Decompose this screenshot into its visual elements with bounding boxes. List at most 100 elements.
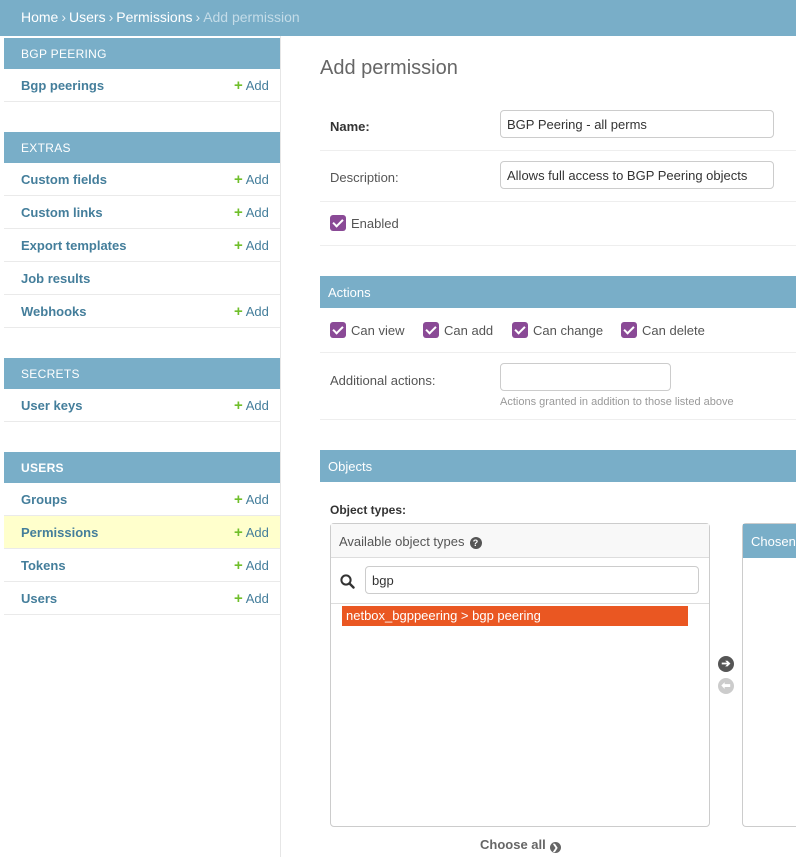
chevron-right-icon: ❯ xyxy=(549,842,561,853)
model-link[interactable]: Users xyxy=(21,591,57,606)
sidebar-item-webhooks: Webhooks + Add xyxy=(4,295,280,328)
add-link[interactable]: + Add xyxy=(234,237,269,254)
object-types-filter xyxy=(331,558,709,604)
sidebar-item-groups: Groups + Add xyxy=(4,483,280,516)
breadcrumb-permissions-link[interactable]: Permissions xyxy=(116,9,192,25)
add-link[interactable]: + Add xyxy=(234,590,269,607)
chosen-object-types-header: Chosen object types xyxy=(743,524,796,558)
model-link[interactable]: Export templates xyxy=(21,238,126,253)
actions-section-header: Actions xyxy=(320,276,796,308)
sidebar-item-custom-links: Custom links + Add xyxy=(4,196,280,229)
can-change-label: Can change xyxy=(533,323,604,338)
breadcrumb-home-link[interactable]: Home xyxy=(21,9,58,25)
add-label: Add xyxy=(245,172,269,187)
available-object-types-box: Available object types? netbox_bgppeerin… xyxy=(330,523,710,827)
description-label: Description: xyxy=(330,170,399,185)
name-label: Name: xyxy=(330,119,370,134)
additional-actions-input[interactable] xyxy=(500,363,671,391)
can-add-label: Can add xyxy=(444,323,494,338)
sidebar-item-tokens: Tokens + Add xyxy=(4,549,280,582)
choose-arrow-icon[interactable]: ➔ xyxy=(718,656,734,672)
sidebar-item-users: Users + Add xyxy=(4,582,280,615)
name-input[interactable] xyxy=(500,110,774,138)
sidebar-item-job-results: Job results xyxy=(4,262,280,295)
model-link[interactable]: Bgp peerings xyxy=(21,78,104,93)
module-title[interactable]: USERS xyxy=(4,452,280,483)
breadcrumb-users-link[interactable]: Users xyxy=(69,9,106,25)
additional-actions-help: Actions granted in addition to those lis… xyxy=(500,396,734,408)
add-link[interactable]: + Add xyxy=(234,303,269,320)
plus-icon: + xyxy=(234,237,243,254)
add-label: Add xyxy=(245,492,269,507)
breadcrumb-separator: › xyxy=(61,9,67,25)
app-sidebar: BGP PEERING Bgp peerings + Add EXTRAS Cus… xyxy=(4,36,281,857)
model-link[interactable]: Tokens xyxy=(21,558,66,573)
can-delete-label: Can delete xyxy=(642,323,705,338)
plus-icon: + xyxy=(234,491,243,508)
add-link[interactable]: + Add xyxy=(234,77,269,94)
available-object-types-title: Available object types xyxy=(339,534,465,549)
add-label: Add xyxy=(245,238,269,253)
add-label: Add xyxy=(245,398,269,413)
can-delete-checkbox[interactable] xyxy=(621,322,637,338)
plus-icon: + xyxy=(234,524,243,541)
add-link[interactable]: + Add xyxy=(234,524,269,541)
add-label: Add xyxy=(245,205,269,220)
add-link[interactable]: + Add xyxy=(234,557,269,574)
form-row-description: Description: xyxy=(320,151,796,202)
form-row-actions: Can view Can add Can change Can delete xyxy=(320,308,796,353)
sidebar-item-permissions: Permissions + Add xyxy=(4,516,280,549)
add-link[interactable]: + Add xyxy=(234,204,269,221)
model-link[interactable]: Webhooks xyxy=(21,304,87,319)
choose-all-label: Choose all xyxy=(480,837,546,852)
main-content: Add permission Name: Description: Enable… xyxy=(282,36,796,857)
module-bgp-peering: BGP PEERING Bgp peerings + Add xyxy=(4,38,280,102)
object-types-label: Object types: xyxy=(330,503,407,517)
add-link[interactable]: + Add xyxy=(234,491,269,508)
form-row-name: Name: xyxy=(320,100,796,151)
available-options-list[interactable]: netbox_bgppeering > bgp peering xyxy=(331,604,709,826)
form-row-enabled: Enabled xyxy=(320,202,796,246)
sidebar-item-export-templates: Export templates + Add xyxy=(4,229,280,262)
sidebar-item-user-keys: User keys + Add xyxy=(4,389,280,422)
model-link[interactable]: User keys xyxy=(21,398,82,413)
breadcrumb: Home › Users › Permissions › Add permission xyxy=(21,9,300,25)
add-label: Add xyxy=(245,558,269,573)
plus-icon: + xyxy=(234,204,243,221)
can-change-checkbox[interactable] xyxy=(512,322,528,338)
model-link[interactable]: Permissions xyxy=(21,525,98,540)
plus-icon: + xyxy=(234,557,243,574)
object-types-search-input[interactable] xyxy=(365,566,699,594)
module-title[interactable]: SECRETS xyxy=(4,358,280,389)
module-title[interactable]: EXTRAS xyxy=(4,132,280,163)
plus-icon: + xyxy=(234,590,243,607)
model-link[interactable]: Custom fields xyxy=(21,172,107,187)
description-input[interactable] xyxy=(500,161,774,189)
additional-actions-label: Additional actions: xyxy=(330,373,436,388)
breadcrumb-separator: › xyxy=(108,9,114,25)
help-icon[interactable]: ? xyxy=(469,537,482,549)
available-option[interactable]: netbox_bgppeering > bgp peering xyxy=(342,606,688,626)
model-link[interactable]: Custom links xyxy=(21,205,103,220)
sidebar-item-bgp-peerings: Bgp peerings + Add xyxy=(4,69,280,102)
module-secrets: SECRETS User keys + Add xyxy=(4,358,280,422)
plus-icon: + xyxy=(234,77,243,94)
choose-all-link[interactable]: Choose all ❯ xyxy=(480,837,561,853)
add-label: Add xyxy=(245,525,269,540)
module-title[interactable]: BGP PEERING xyxy=(4,38,280,69)
remove-arrow-icon[interactable]: ⬅ xyxy=(718,678,734,694)
plus-icon: + xyxy=(234,303,243,320)
enabled-checkbox[interactable] xyxy=(330,215,346,231)
model-link[interactable]: Groups xyxy=(21,492,67,507)
add-link[interactable]: + Add xyxy=(234,171,269,188)
breadcrumb-current: Add permission xyxy=(203,9,300,25)
chosen-object-types-box: Chosen object types xyxy=(742,523,796,827)
can-view-checkbox[interactable] xyxy=(330,322,346,338)
add-link[interactable]: + Add xyxy=(234,397,269,414)
model-link[interactable]: Job results xyxy=(21,271,90,286)
module-users: USERS Groups + Add Permissions + Add Token… xyxy=(4,452,280,615)
add-label: Add xyxy=(245,591,269,606)
add-label: Add xyxy=(245,304,269,319)
objects-section-header: Objects xyxy=(320,450,796,482)
can-add-checkbox[interactable] xyxy=(423,322,439,338)
